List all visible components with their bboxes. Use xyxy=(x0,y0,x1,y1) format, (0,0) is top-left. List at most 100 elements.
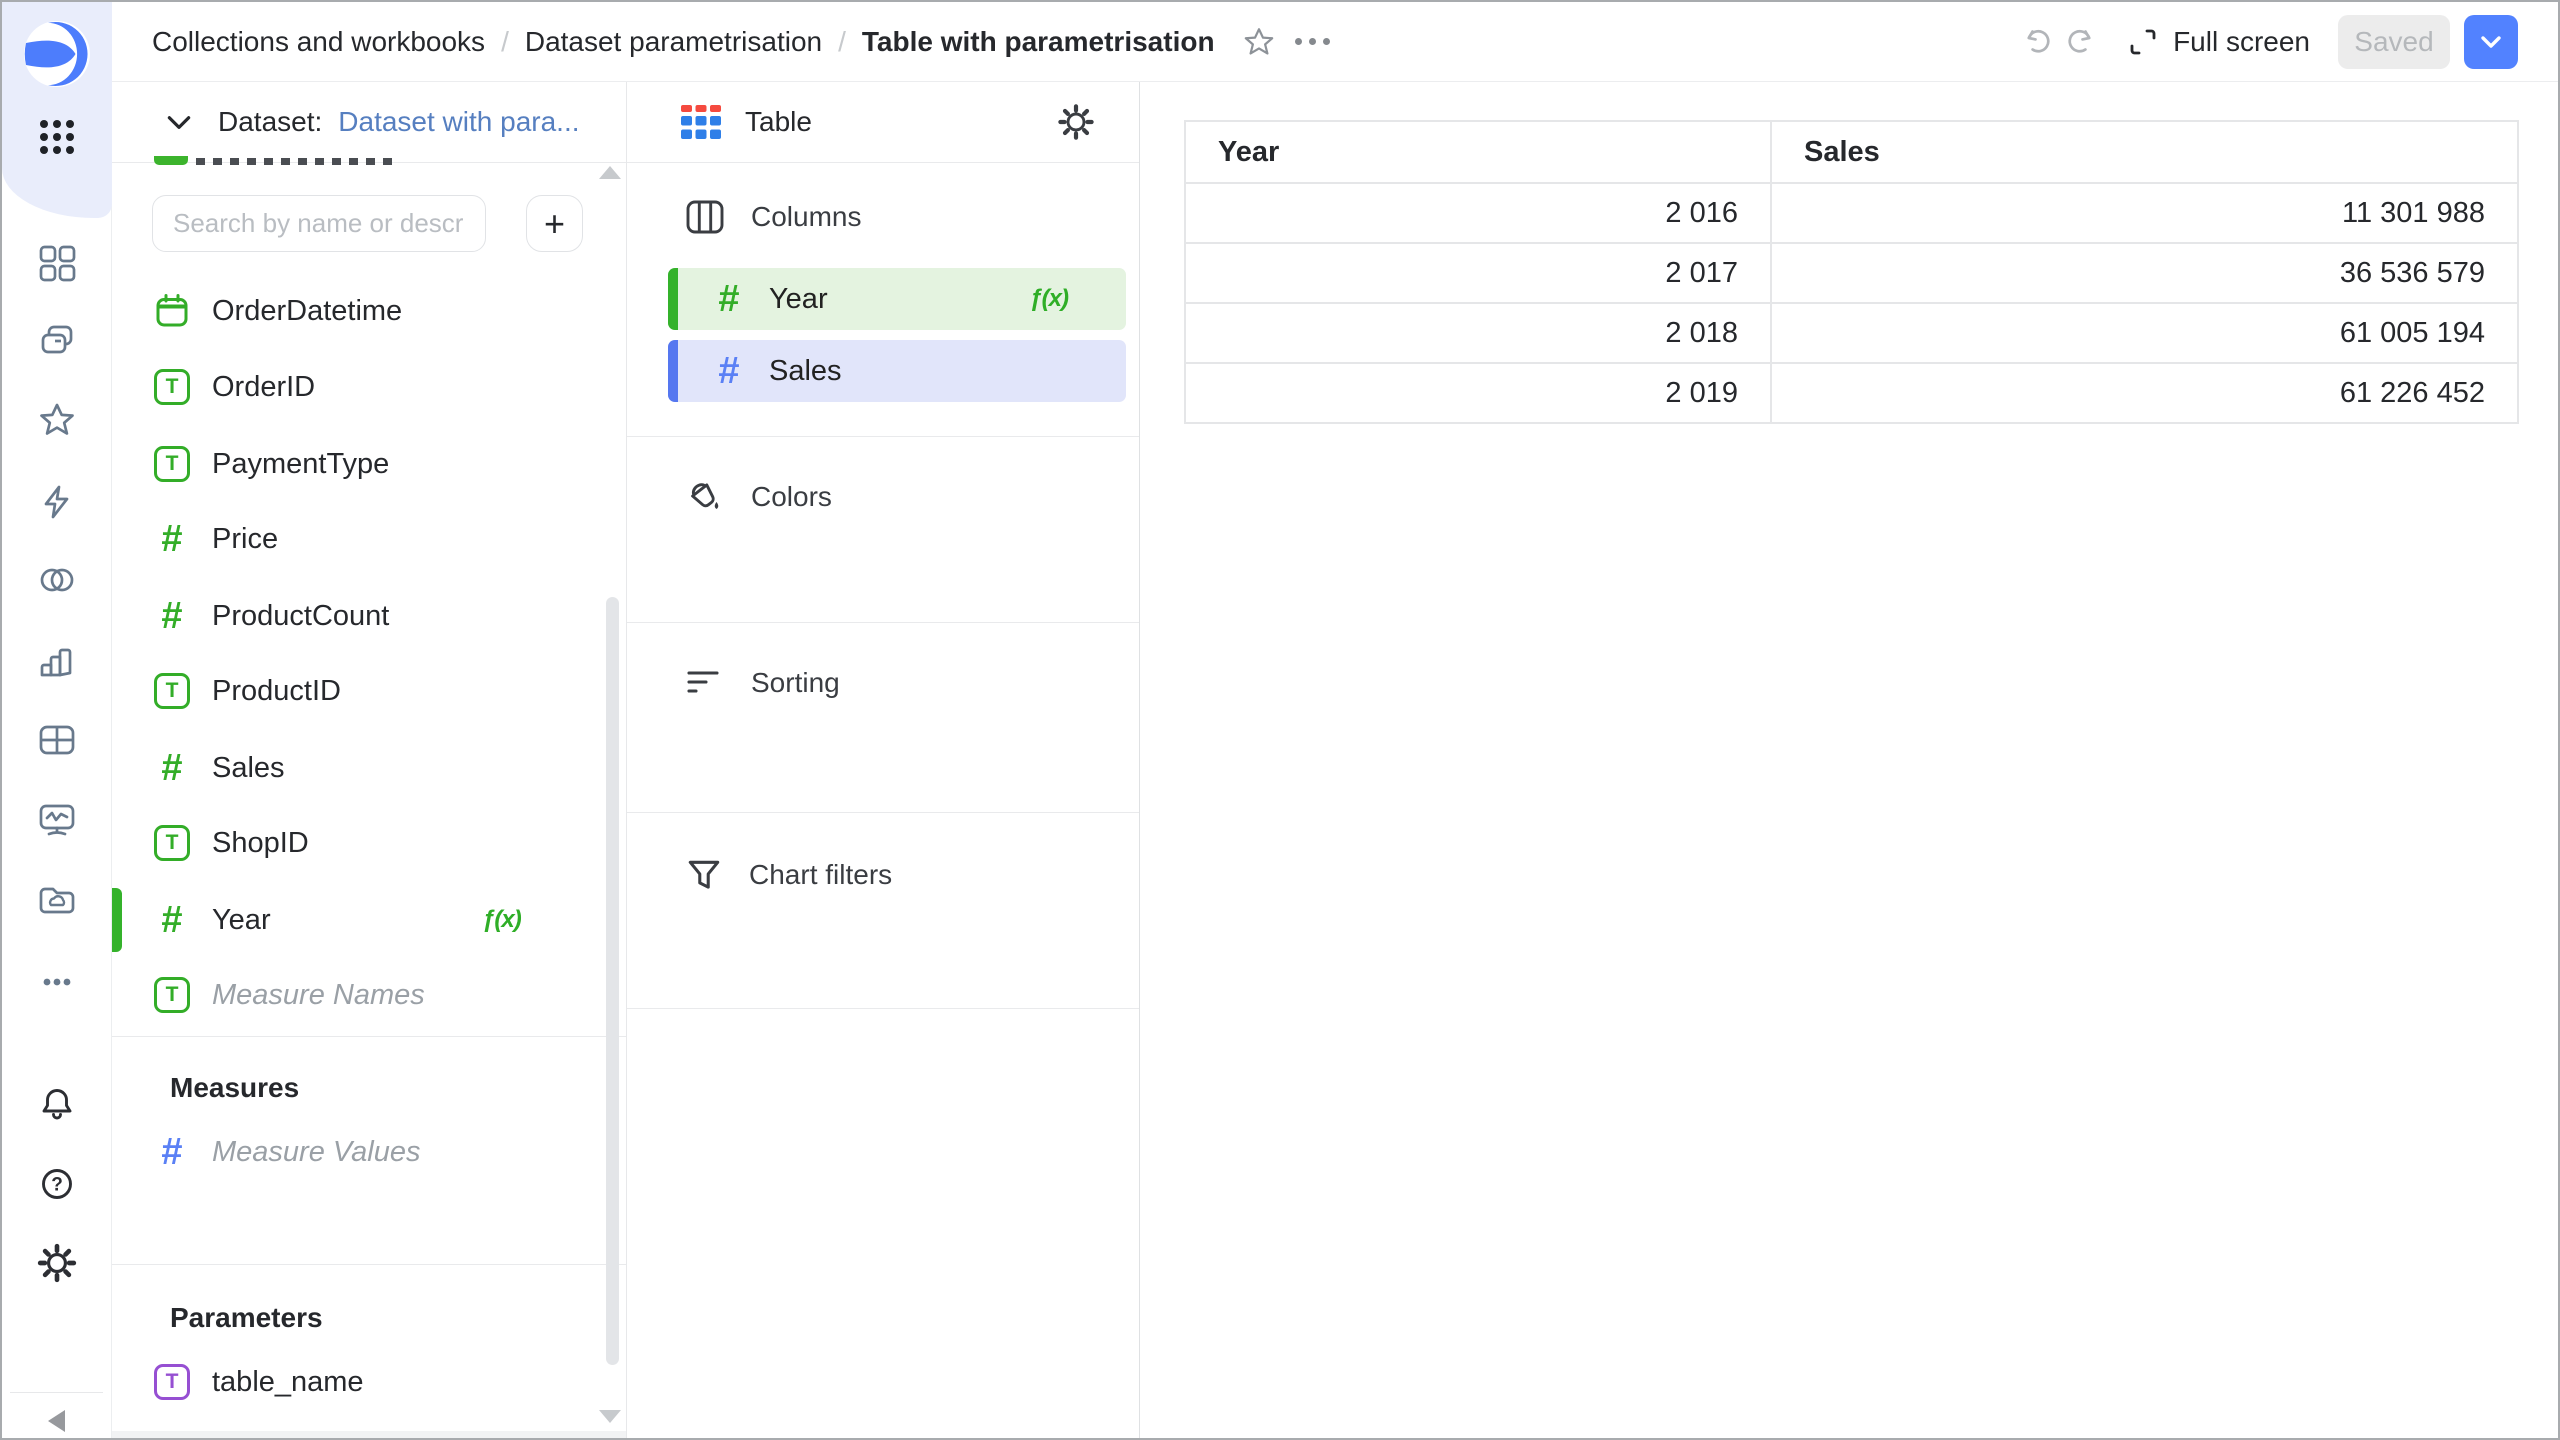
table-header-row: Year Sales xyxy=(1185,121,2518,183)
breadcrumb-collections[interactable]: Collections and workbooks xyxy=(152,26,485,58)
more-ellipsis-icon[interactable] xyxy=(37,962,77,1002)
fullscreen-expand-icon[interactable] xyxy=(2121,20,2165,64)
clipped-field-item-icon xyxy=(154,156,188,165)
apps-grid-icon[interactable] xyxy=(40,120,74,154)
funnel-icon xyxy=(685,856,723,894)
field-row-measure-names[interactable]: T Measure Names xyxy=(112,963,626,1027)
table-row: 2 016 11 301 988 xyxy=(1185,183,2518,243)
result-table: Year Sales 2 016 11 301 988 2 017 36 536… xyxy=(1184,120,2519,424)
column-header-sales[interactable]: Sales xyxy=(1771,121,2518,183)
cell-year: 2 017 xyxy=(1185,243,1771,303)
chip-color-bar xyxy=(668,340,678,402)
chevron-down-icon[interactable] xyxy=(164,107,194,137)
string-field-icon: T xyxy=(154,825,190,861)
cell-year: 2 019 xyxy=(1185,363,1771,423)
redo-icon[interactable] xyxy=(2059,20,2103,64)
cell-sales: 11 301 988 xyxy=(1771,183,2518,243)
saved-button[interactable]: Saved xyxy=(2338,15,2450,69)
table-row: 2 017 36 536 579 xyxy=(1185,243,2518,303)
horizontal-scrollbar[interactable] xyxy=(112,1431,626,1440)
divider xyxy=(112,1264,626,1265)
divider xyxy=(627,162,1139,163)
breadcrumb-workbook[interactable]: Dataset parametrisation xyxy=(525,26,822,58)
formula-icon: ƒ(x) xyxy=(482,906,521,934)
favorite-star-icon[interactable] xyxy=(1237,20,1281,64)
dataset-label: Dataset: xyxy=(218,106,322,138)
monitoring-pulse-icon[interactable] xyxy=(37,800,77,840)
quick-actions-lightning-icon[interactable] xyxy=(37,482,77,522)
field-row-paymenttype[interactable]: T PaymentType xyxy=(112,432,626,496)
column-header-year[interactable]: Year xyxy=(1185,121,1771,183)
field-row-table-name[interactable]: T table_name xyxy=(112,1350,626,1414)
dataset-name-link[interactable]: Dataset with para... xyxy=(338,106,579,138)
field-row-productid[interactable]: T ProductID xyxy=(112,659,626,723)
field-row-productcount[interactable]: # ProductCount xyxy=(112,584,626,648)
vertical-scrollbar[interactable] xyxy=(606,597,619,1365)
scroll-down-arrow[interactable] xyxy=(599,1410,621,1423)
workbooks-icon[interactable] xyxy=(37,320,77,360)
datalens-logo-icon[interactable] xyxy=(24,21,90,87)
table-row: 2 019 61 226 452 xyxy=(1185,363,2518,423)
cell-sales: 61 005 194 xyxy=(1771,303,2518,363)
string-field-icon: T xyxy=(154,446,190,482)
relations-venn-icon[interactable] xyxy=(37,560,77,600)
section-chart-filters[interactable]: Chart filters xyxy=(685,856,892,894)
field-row-orderdatetime[interactable]: OrderDatetime xyxy=(112,279,626,343)
chart-preview-canvas: Year Sales 2 016 11 301 988 2 017 36 536… xyxy=(1141,83,2558,1438)
field-label: Year xyxy=(212,904,271,937)
save-dropdown-button[interactable] xyxy=(2464,15,2518,69)
section-columns[interactable]: Columns xyxy=(685,199,861,235)
storage-folder-icon[interactable] xyxy=(37,880,77,920)
field-label: PaymentType xyxy=(212,448,389,481)
column-chip-year[interactable]: # Year ƒ(x) xyxy=(668,268,1126,330)
scroll-up-arrow[interactable] xyxy=(599,166,621,179)
settings-gear-icon[interactable] xyxy=(37,1243,77,1283)
charts-bar-icon[interactable] xyxy=(37,642,77,682)
measures-heading: Measures xyxy=(170,1072,299,1104)
string-field-icon: T xyxy=(154,369,190,405)
number-field-icon: # xyxy=(711,353,747,389)
paint-bucket-icon xyxy=(685,477,725,517)
field-label: ProductCount xyxy=(212,600,389,633)
chevron-down-icon xyxy=(2478,29,2504,55)
field-label: Price xyxy=(212,523,278,556)
table-row: 2 018 61 005 194 xyxy=(1185,303,2518,363)
help-icon[interactable]: ? xyxy=(37,1164,77,1204)
field-row-orderid[interactable]: T OrderID xyxy=(112,355,626,419)
tables-grid-icon[interactable] xyxy=(37,720,77,760)
field-search-input[interactable] xyxy=(152,195,486,252)
section-colors[interactable]: Colors xyxy=(685,477,832,517)
cell-year: 2 016 xyxy=(1185,183,1771,243)
chart-settings-gear-icon[interactable] xyxy=(1057,103,1095,141)
column-chip-sales[interactable]: # Sales xyxy=(668,340,1126,402)
field-label: ProductID xyxy=(212,675,341,708)
dashboards-icon[interactable] xyxy=(37,243,77,283)
cell-sales: 61 226 452 xyxy=(1771,363,2518,423)
field-label: Sales xyxy=(212,752,285,785)
section-sorting[interactable]: Sorting xyxy=(685,667,840,699)
number-field-icon: # xyxy=(154,902,190,938)
divider xyxy=(627,622,1139,623)
more-actions-icon[interactable] xyxy=(1295,38,1330,45)
add-field-button[interactable]: + xyxy=(526,195,583,252)
field-row-shopid[interactable]: T ShopID xyxy=(112,811,626,875)
formula-icon: ƒ(x) xyxy=(1029,285,1068,313)
field-row-year[interactable]: # Year ƒ(x) xyxy=(112,888,626,952)
viz-type-label: Table xyxy=(745,106,812,138)
number-field-icon: # xyxy=(154,750,190,786)
fullscreen-label[interactable]: Full screen xyxy=(2173,26,2310,58)
notifications-bell-icon[interactable] xyxy=(37,1084,77,1124)
breadcrumb-current-chart: Table with parametrisation xyxy=(862,26,1215,58)
field-row-measure-values[interactable]: # Measure Values xyxy=(112,1120,626,1184)
field-row-sales[interactable]: # Sales xyxy=(112,736,626,800)
dataset-panel-header: Dataset: Dataset with para... xyxy=(112,82,626,162)
field-label: Measure Values xyxy=(212,1136,420,1169)
undo-icon[interactable] xyxy=(2015,20,2059,64)
field-row-price[interactable]: # Price xyxy=(112,507,626,571)
favorites-star-icon[interactable] xyxy=(37,400,77,440)
collapse-sidebar-icon[interactable] xyxy=(48,1410,65,1432)
columns-icon xyxy=(685,199,725,235)
number-field-icon: # xyxy=(154,1134,190,1170)
section-label: Sorting xyxy=(751,667,840,699)
number-field-icon: # xyxy=(154,521,190,557)
